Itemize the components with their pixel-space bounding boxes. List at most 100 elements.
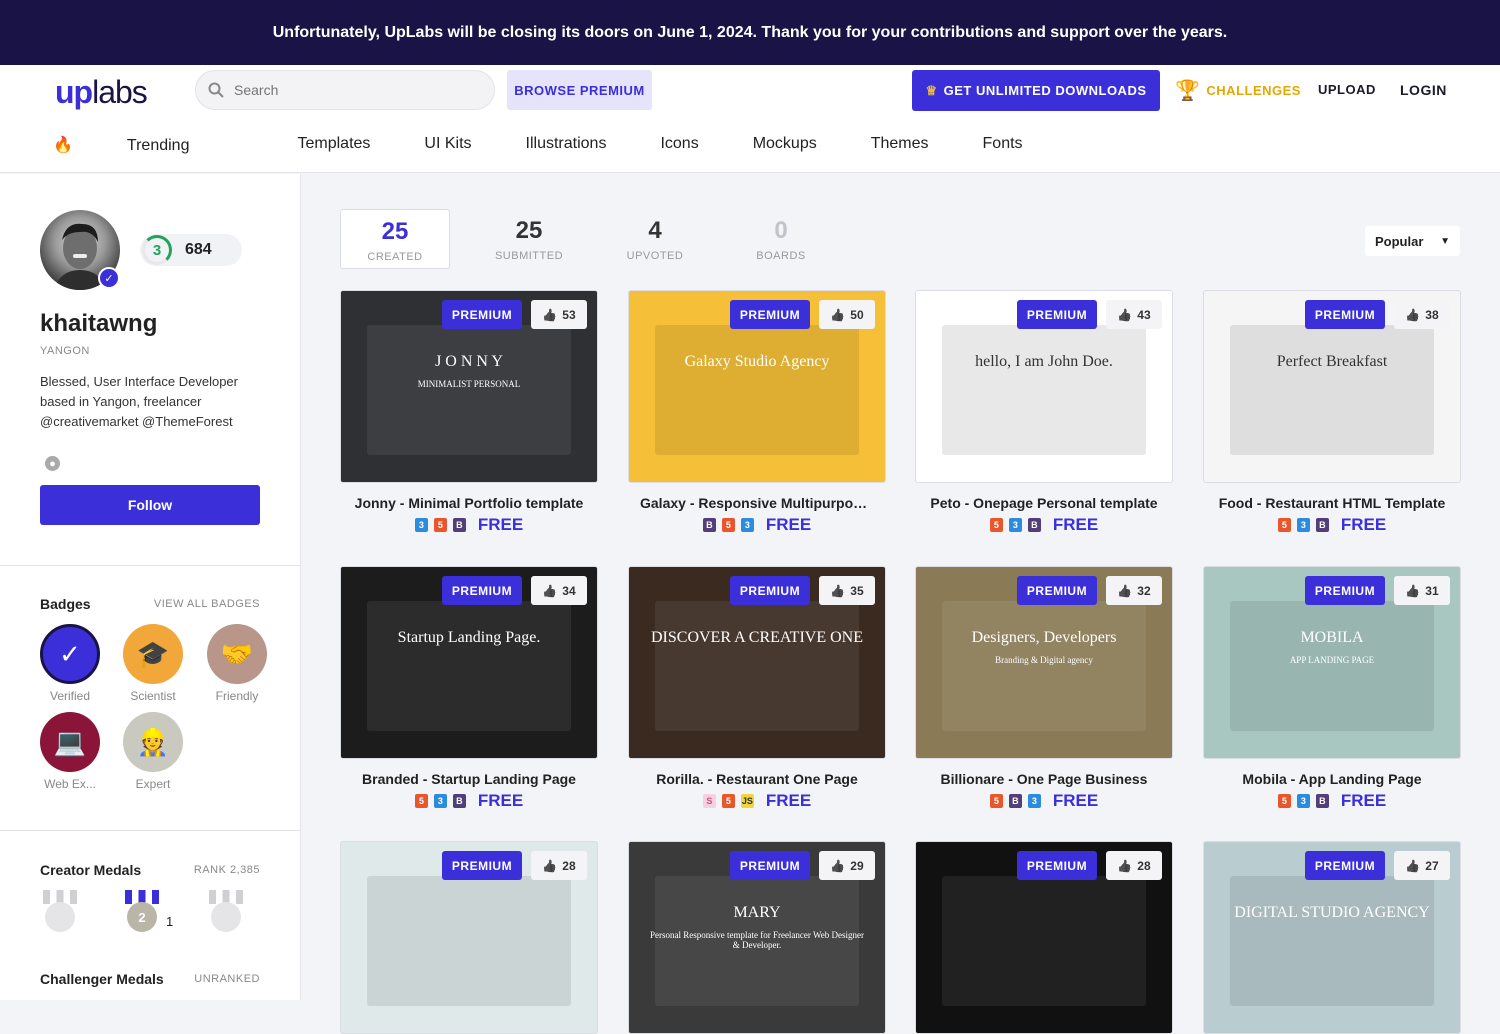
premium-badge[interactable]: PREMIUM — [1305, 300, 1385, 329]
thumbnail-subtitle: APP LANDING PAGE — [1289, 655, 1375, 665]
bootstrap-icon: B — [1027, 518, 1041, 532]
like-count: 35 — [850, 583, 864, 598]
premium-badge[interactable]: PREMIUM — [1017, 851, 1097, 880]
premium-badge[interactable]: PREMIUM — [730, 576, 810, 605]
like-button[interactable]: 👍 28 — [1106, 851, 1162, 880]
thumbs-up-icon: 👍 — [542, 858, 558, 873]
shot-thumbnail[interactable]: DIGITAL STUDIO AGENCY PREMIUM 👍 27 — [1203, 841, 1461, 1034]
shot-thumbnail[interactable]: hello, I am John Doe. PREMIUM 👍 43 — [915, 290, 1173, 483]
category-themes[interactable]: Themes — [871, 135, 929, 155]
shot-card[interactable]: PREMIUM 👍 28 — [340, 841, 598, 1034]
shot-thumbnail[interactable]: Designers, Developers Branding & Digital … — [915, 566, 1173, 759]
premium-badge[interactable]: PREMIUM — [442, 851, 522, 880]
shot-title[interactable]: Branded - Startup Landing Page — [340, 771, 598, 787]
shot-card[interactable]: DIGITAL STUDIO AGENCY PREMIUM 👍 27 — [1203, 841, 1461, 1034]
shot-title[interactable]: Rorilla. - Restaurant One Page — [628, 771, 886, 787]
upload-link[interactable]: UPLOAD — [1318, 82, 1376, 97]
premium-badge[interactable]: PREMIUM — [1305, 851, 1385, 880]
premium-badge[interactable]: PREMIUM — [1017, 576, 1097, 605]
globe-icon[interactable]: ● — [45, 456, 60, 471]
shot-card[interactable]: Startup Landing Page. PREMIUM 👍 34 Branded -… — [340, 566, 598, 811]
thumbs-up-icon: 👍 — [830, 307, 846, 322]
browse-premium-button[interactable]: BROWSE PREMIUM — [507, 70, 652, 110]
shot-card[interactable]: hello, I am John Doe. PREMIUM 👍 43 Peto - On… — [915, 290, 1173, 535]
tab-boards[interactable]: 0 BOARDS — [718, 209, 844, 269]
creator-rank: RANK 2,385 — [193, 864, 260, 876]
badge-verified[interactable]: ✓ Verified — [40, 624, 100, 703]
premium-badge[interactable]: PREMIUM — [730, 851, 810, 880]
category-fonts[interactable]: Fonts — [983, 135, 1023, 155]
shot-card[interactable]: Perfect Breakfast PREMIUM 👍 38 Food - Restau… — [1203, 290, 1461, 535]
like-button[interactable]: 👍 53 — [531, 300, 587, 329]
premium-badge[interactable]: PREMIUM — [1305, 576, 1385, 605]
shot-card[interactable]: J O N N Y MINIMALIST PERSONAL PREMIUM 👍 53 Jo… — [340, 290, 598, 535]
like-count: 28 — [1137, 858, 1151, 873]
like-button[interactable]: 👍 50 — [819, 300, 875, 329]
like-button[interactable]: 👍 27 — [1394, 851, 1450, 880]
category-icons[interactable]: Icons — [660, 135, 698, 155]
like-button[interactable]: 👍 32 — [1106, 576, 1162, 605]
badge-expert[interactable]: 👷 Expert — [123, 712, 183, 791]
like-count: 32 — [1137, 583, 1151, 598]
shot-title[interactable]: Peto - Onepage Personal template — [915, 495, 1173, 511]
badge-friendly[interactable]: 🤝 Friendly — [207, 624, 267, 703]
shot-title[interactable]: Billionare - One Page Business — [915, 771, 1173, 787]
shot-thumbnail[interactable]: Galaxy Studio Agency PREMIUM 👍 50 — [628, 290, 886, 483]
shot-title[interactable]: Galaxy - Responsive Multipurpose t... — [628, 495, 886, 511]
premium-badge[interactable]: PREMIUM — [730, 300, 810, 329]
login-link[interactable]: LOGIN — [1400, 82, 1447, 98]
tab-upvoted[interactable]: 4 UPVOTED — [592, 209, 718, 269]
shot-card[interactable]: MARY Personal Responsive template for Fre… — [628, 841, 886, 1034]
like-count: 29 — [850, 858, 864, 873]
shot-card[interactable]: Designers, Developers Branding & Digital … — [915, 566, 1173, 811]
premium-badge[interactable]: PREMIUM — [442, 300, 522, 329]
shot-title[interactable]: Mobila - App Landing Page — [1203, 771, 1461, 787]
follow-button[interactable]: Follow — [40, 485, 260, 525]
get-unlimited-downloads-button[interactable]: ♕ GET UNLIMITED DOWNLOADS — [912, 70, 1160, 111]
shot-card[interactable]: PREMIUM 👍 28 — [915, 841, 1173, 1034]
shot-card[interactable]: Galaxy Studio Agency PREMIUM 👍 50 Galaxy - R… — [628, 290, 886, 535]
shot-thumbnail[interactable]: J O N N Y MINIMALIST PERSONAL PREMIUM 👍 53 — [340, 290, 598, 483]
category-templates[interactable]: Templates — [297, 135, 370, 155]
category-illustrations[interactable]: Illustrations — [526, 135, 607, 155]
like-button[interactable]: 👍 29 — [819, 851, 875, 880]
gold-medal-icon — [40, 890, 80, 940]
profile-sidebar: ✓ 3 684 khaitawng YANGON Blessed, User I… — [0, 174, 301, 1000]
shot-thumbnail[interactable]: Startup Landing Page. PREMIUM 👍 34 — [340, 566, 598, 759]
badge-web-expert[interactable]: 💻 Web Ex... — [40, 712, 100, 791]
shot-title[interactable]: Jonny - Minimal Portfolio template — [340, 495, 598, 511]
handshake-icon: 🤝 — [207, 624, 267, 684]
uplabs-logo[interactable]: up labs — [55, 74, 148, 110]
search-input[interactable] — [234, 82, 474, 98]
category-ui-kits[interactable]: UI Kits — [424, 135, 471, 155]
challenges-link[interactable]: 🏆 CHALLENGES — [1175, 78, 1301, 103]
premium-badge[interactable]: PREMIUM — [442, 576, 522, 605]
shot-thumbnail[interactable]: MARY Personal Responsive template for Fre… — [628, 841, 886, 1034]
shot-thumbnail[interactable]: PREMIUM 👍 28 — [340, 841, 598, 1034]
like-button[interactable]: 👍 34 — [531, 576, 587, 605]
like-button[interactable]: 👍 31 — [1394, 576, 1450, 605]
view-all-badges-link[interactable]: VIEW ALL BADGES — [154, 598, 260, 610]
html5-icon: 5 — [989, 518, 1003, 532]
like-button[interactable]: 👍 35 — [819, 576, 875, 605]
shot-thumbnail[interactable]: Perfect Breakfast PREMIUM 👍 38 — [1203, 290, 1461, 483]
tab-created[interactable]: 25 CREATED — [340, 209, 450, 269]
badge-scientist[interactable]: 🎓 Scientist — [123, 624, 183, 703]
shot-title[interactable]: Food - Restaurant HTML Template — [1203, 495, 1461, 511]
css3-icon: 3 — [433, 794, 447, 808]
tab-submitted[interactable]: 25 SUBMITTED — [466, 209, 592, 269]
premium-badge[interactable]: PREMIUM — [1017, 300, 1097, 329]
shot-card[interactable]: MOBILA APP LANDING PAGE PREMIUM 👍 31 Mobila -… — [1203, 566, 1461, 811]
like-button[interactable]: 👍 38 — [1394, 300, 1450, 329]
like-button[interactable]: 👍 43 — [1106, 300, 1162, 329]
shot-thumbnail[interactable]: PREMIUM 👍 28 — [915, 841, 1173, 1034]
shot-meta: S 5 JS FREE — [628, 791, 886, 811]
sort-select[interactable]: Popular ▼ — [1365, 226, 1460, 256]
category-trending[interactable]: 🔥 Trending — [53, 135, 243, 155]
category-mockups[interactable]: Mockups — [753, 135, 817, 155]
shot-thumbnail[interactable]: MOBILA APP LANDING PAGE PREMIUM 👍 31 — [1203, 566, 1461, 759]
shot-card[interactable]: DISCOVER A CREATIVE ONE PREMIUM 👍 35 Rorilla… — [628, 566, 886, 811]
like-button[interactable]: 👍 28 — [531, 851, 587, 880]
javascript-icon: JS — [740, 794, 754, 808]
shot-thumbnail[interactable]: DISCOVER A CREATIVE ONE PREMIUM 👍 35 — [628, 566, 886, 759]
